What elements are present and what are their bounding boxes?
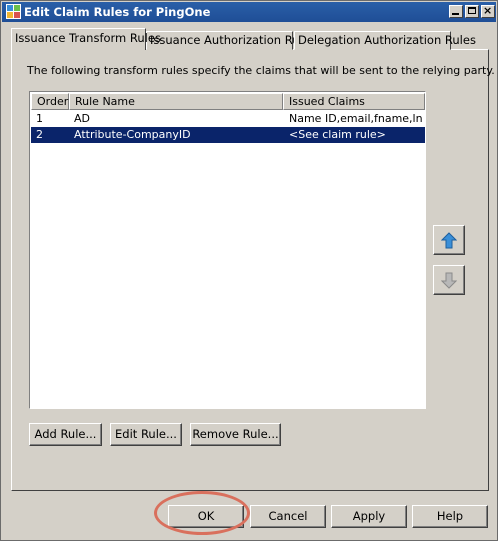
row-issued-claims: Name ID,email,fname,lna... <box>289 112 423 125</box>
close-icon: × <box>483 4 493 17</box>
add-rule-button[interactable]: Add Rule... <box>29 423 102 446</box>
table-row[interactable]: 1 AD Name ID,email,fname,lna... <box>31 111 425 127</box>
tab-issuance-authorization-rules[interactable]: Issuance Authorization Rules <box>146 31 316 50</box>
tab-issuance-transform-rules[interactable]: Issuance Transform Rules <box>11 28 161 50</box>
ok-button[interactable]: OK <box>168 505 244 528</box>
move-down-button[interactable] <box>433 265 465 295</box>
column-header-rule-name[interactable]: Rule Name <box>69 93 283 110</box>
minimize-icon <box>452 13 459 15</box>
table-row-selected[interactable]: 2 Attribute-CompanyID <See claim rule> <box>31 127 425 143</box>
arrow-down-icon <box>441 272 457 289</box>
window-app-icon <box>6 4 21 19</box>
tab-label: Delegation Authorization Rules <box>298 33 476 47</box>
tab-delegation-authorization-rules[interactable]: Delegation Authorization Rules <box>294 31 476 50</box>
apply-button[interactable]: Apply <box>331 505 407 528</box>
maximize-button[interactable] <box>465 5 479 18</box>
move-up-button[interactable] <box>433 225 465 255</box>
rules-list[interactable]: Order Rule Name Issued Claims 1 AD Name … <box>29 91 426 409</box>
column-header-issued-claims[interactable]: Issued Claims <box>283 93 425 110</box>
tab-label: Issuance Authorization Rules <box>150 33 316 47</box>
title-bar[interactable]: Edit Claim Rules for PingOne × <box>2 2 496 22</box>
description-text: The following transform rules specify th… <box>27 64 495 77</box>
row-order: 2 <box>36 128 43 141</box>
row-order: 1 <box>36 112 43 125</box>
row-issued-claims: <See claim rule> <box>289 128 386 141</box>
minimize-button[interactable] <box>449 5 463 18</box>
row-rule-name: Attribute-CompanyID <box>74 128 191 141</box>
remove-rule-button[interactable]: Remove Rule... <box>190 423 281 446</box>
help-button[interactable]: Help <box>412 505 488 528</box>
edit-rule-button[interactable]: Edit Rule... <box>110 423 182 446</box>
cancel-button[interactable]: Cancel <box>250 505 326 528</box>
tab-label: Issuance Transform Rules <box>15 31 161 45</box>
window-title: Edit Claim Rules for PingOne <box>24 5 211 19</box>
close-button[interactable]: × <box>481 4 495 18</box>
arrow-up-icon <box>441 232 457 249</box>
row-rule-name: AD <box>74 112 90 125</box>
maximize-icon <box>468 7 476 14</box>
column-header-order[interactable]: Order <box>31 93 69 110</box>
